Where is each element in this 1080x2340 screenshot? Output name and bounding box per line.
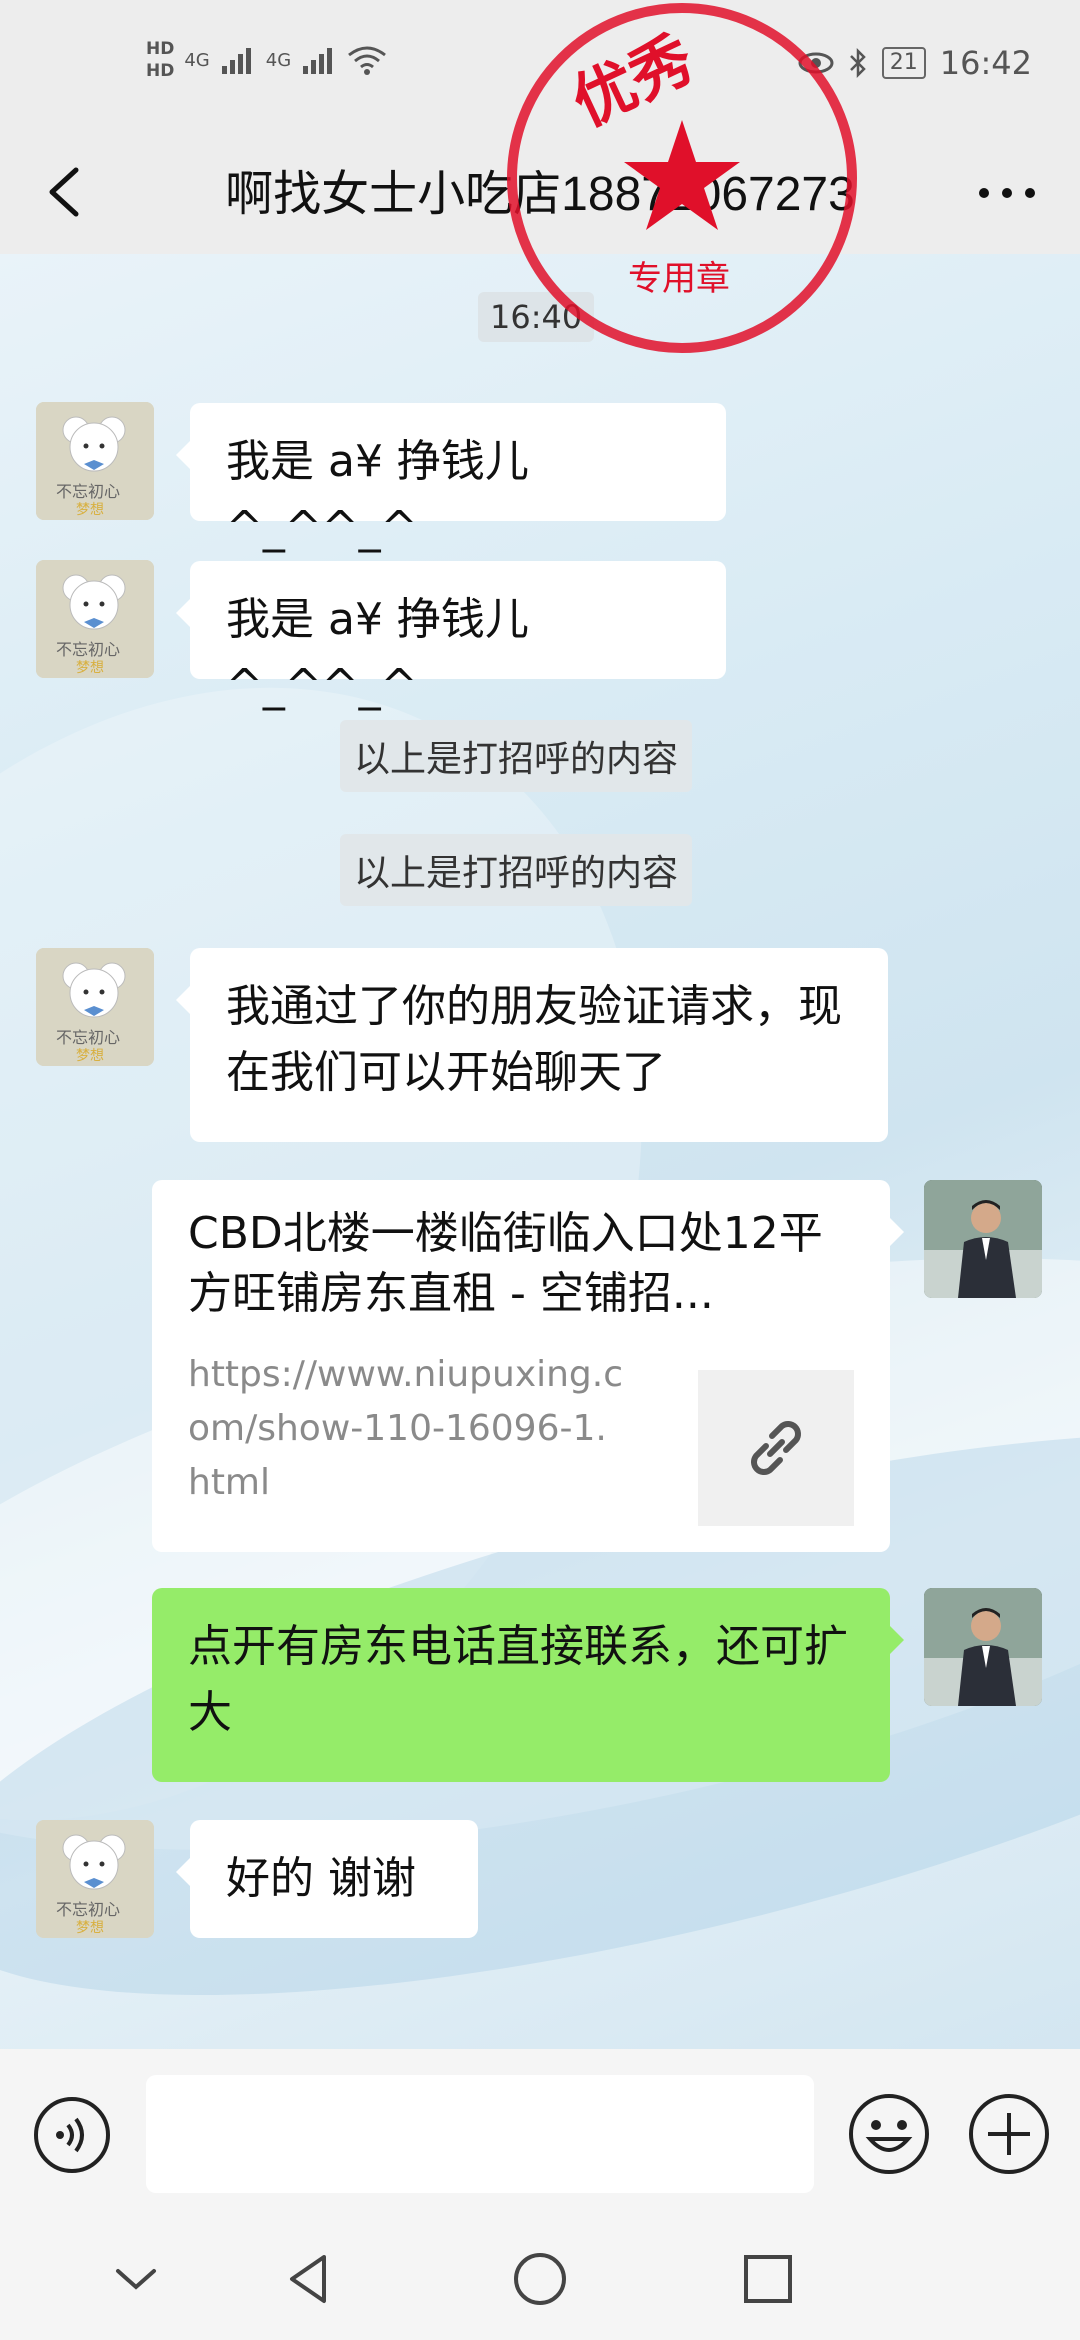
link-icon (751, 1421, 801, 1475)
chat-title: 啊找女士小吃店18872067273 (225, 168, 855, 221)
input-bar (0, 2049, 1080, 2219)
svg-text:梦想: 梦想 (76, 660, 104, 676)
message-bubble-received[interactable]: 好的 谢谢 (176, 1820, 478, 1938)
contact-avatar[interactable]: 不忘初心 梦想 (36, 402, 154, 520)
message-timestamp: 16:40 (478, 292, 595, 342)
svg-text:梦想: 梦想 (76, 1920, 104, 1936)
hide-keyboard-icon[interactable] (106, 2249, 166, 2309)
bear-avatar-icon: 不忘初心 梦想 (36, 560, 154, 678)
voice-input-icon[interactable] (30, 2093, 114, 2177)
status-right: 21 16:42 (798, 44, 1032, 82)
signal-icon (221, 48, 251, 74)
link-thumbnail (698, 1370, 854, 1526)
person-avatar-icon (924, 1588, 1042, 1706)
message-bubble-received[interactable]: 我是 a¥ 挣钱儿 ^_^^_^ (176, 561, 726, 711)
plus-icon[interactable] (966, 2091, 1052, 2177)
status-left: HD HD 4G 4G (146, 38, 387, 82)
link-card[interactable]: CBD北楼一楼临街临入口处12平方旺铺房东直租 - 空铺招... https:/… (152, 1180, 904, 1552)
contact-avatar[interactable]: 不忘初心 梦想 (36, 1820, 154, 1938)
my-avatar[interactable] (924, 1588, 1042, 1706)
hd-indicators: HD HD (146, 38, 174, 82)
system-message: 以上是打招呼的内容 (340, 720, 693, 792)
svg-text:不忘初心: 不忘初心 (56, 482, 120, 501)
message-bubble-received[interactable]: 我通过了你的朋友验证请求，现在我们可以开始聊天了 (176, 948, 888, 1142)
chat-header: 啊找女士小吃店18872067273 (0, 130, 1080, 254)
nav-back-icon[interactable] (280, 2249, 340, 2309)
emoji-icon[interactable] (846, 2091, 932, 2177)
status-bar: HD HD 4G 4G 21 16:42 (0, 0, 1080, 130)
bear-avatar-icon: 不忘初心 梦想 (36, 402, 154, 520)
wifi-icon (348, 46, 387, 75)
hd2-label: HD (146, 61, 175, 81)
eye-icon (798, 52, 834, 74)
signal-icon (303, 48, 333, 74)
person-avatar-icon (924, 1180, 1042, 1298)
system-message: 以上是打招呼的内容 (340, 834, 693, 906)
message-bubble-sent[interactable]: 点开有房东电话直接联系，还可扩大 (152, 1588, 904, 1782)
message-bubble-received[interactable]: 我是 a¥ 挣钱儿 ^_^^_^ (176, 403, 726, 553)
more-options-icon[interactable] (972, 158, 1042, 228)
nav-recents-icon[interactable] (738, 2249, 798, 2309)
clock: 16:42 (939, 44, 1032, 82)
hd1-label: HD (146, 39, 175, 59)
svg-text:不忘初心: 不忘初心 (56, 640, 120, 659)
svg-text:梦想: 梦想 (76, 502, 104, 518)
svg-text:不忘初心: 不忘初心 (56, 1900, 120, 1919)
network2-label: 4G (265, 49, 292, 71)
my-avatar[interactable] (924, 1180, 1042, 1298)
chat-area[interactable]: 16:40 不忘初心 梦想 我是 a¥ 挣钱儿 ^_^^_^ 不忘初心 梦想 我… (0, 254, 1080, 2049)
system-nav-bar (0, 2219, 1080, 2340)
network1-label: 4G (184, 49, 210, 71)
bluetooth-icon (849, 47, 866, 79)
battery-indicator: 21 (881, 47, 926, 79)
link-url: https://www.niupuxing.com/show-110-16096… (188, 1354, 624, 1503)
contact-avatar[interactable]: 不忘初心 梦想 (36, 948, 154, 1066)
message-input[interactable] (146, 2075, 814, 2193)
bear-avatar-icon: 不忘初心 梦想 (36, 1820, 154, 1938)
bear-avatar-icon: 不忘初心 梦想 (36, 948, 154, 1066)
svg-text:不忘初心: 不忘初心 (56, 1028, 120, 1047)
nav-home-icon[interactable] (510, 2249, 570, 2309)
link-title: CBD北楼一楼临街临入口处12平方旺铺房东直租 - 空铺招... (188, 1208, 823, 1319)
contact-avatar[interactable]: 不忘初心 梦想 (36, 560, 154, 678)
svg-text:梦想: 梦想 (76, 1048, 104, 1064)
